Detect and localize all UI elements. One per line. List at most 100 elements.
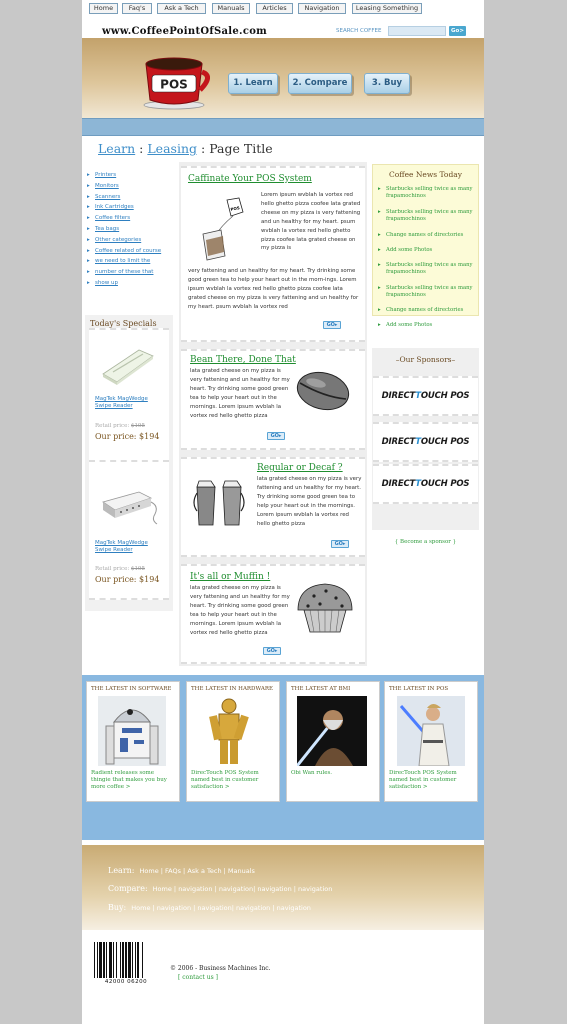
category-list: Printers Monitors Scanners Ink Cartridge…: [87, 170, 173, 289]
breadcrumb-sep: :: [200, 141, 206, 156]
article-body: lata grated cheese on my pizza is very f…: [190, 368, 290, 419]
barcode-number: 42000 06200: [94, 979, 158, 985]
latest-card: THE LATEST IN SOFTWARE Radient releases …: [86, 681, 180, 802]
search-go-button[interactable]: Go>: [449, 26, 466, 36]
footer-learn-row: Learn: Home | FAQs | Ask a Tech | Manuals: [108, 866, 255, 875]
coffee-bean-image: [296, 371, 350, 411]
latest-text[interactable]: DirecTouch POS System named best in cust…: [191, 770, 277, 791]
category-link[interactable]: we need to limit the: [87, 256, 173, 267]
news-item[interactable]: Starbucks selling twice as many frapamoc…: [378, 186, 476, 200]
nav-navigation[interactable]: Navigation: [298, 3, 346, 14]
nav-faqs[interactable]: Faq's: [122, 3, 152, 14]
article-title[interactable]: Regular or Decaf ?: [257, 463, 343, 473]
footer-learn-links[interactable]: Home | FAQs | Ask a Tech | Manuals: [140, 867, 255, 875]
latest-heading: THE LATEST AT BMI: [291, 686, 351, 692]
r2d2-image[interactable]: [98, 696, 166, 766]
category-link[interactable]: Coffee filters: [87, 213, 173, 224]
coffee-news-title: Coffee News Today: [389, 170, 462, 179]
article-body: Lorem ipsum wvblah la vortex red hello g…: [261, 192, 361, 252]
todays-specials-title: Today's Specials: [90, 319, 157, 328]
news-item[interactable]: Change names of directories: [378, 232, 476, 239]
news-item[interactable]: Add some Photos: [378, 322, 476, 329]
article-title[interactable]: Caffinate Your POS System: [188, 174, 312, 184]
thermos-image: [193, 480, 245, 526]
article-card: Regular or Decaf ? lata grated cheese on…: [181, 457, 365, 557]
obi-wan-image[interactable]: [297, 696, 367, 766]
special-item: MagTek MagWedge Swipe Reader Retail pric…: [89, 328, 169, 468]
category-link[interactable]: Tea bags: [87, 224, 173, 235]
special-item-name[interactable]: MagTek MagWedge Swipe Reader: [95, 540, 165, 554]
breadcrumb: Learn : Leasing : Page Title: [98, 141, 273, 156]
latest-heading: THE LATEST IN POS: [389, 686, 449, 692]
news-item[interactable]: Starbucks selling twice as many frapamoc…: [378, 285, 476, 299]
latest-text[interactable]: Obi Wan rules.: [291, 770, 377, 777]
card-reader-image[interactable]: [99, 344, 157, 386]
article-body: lata grated cheese on my pizza is very f…: [190, 585, 290, 636]
search-label: SEARCH COFFEE: [336, 28, 382, 34]
category-link[interactable]: Other categories: [87, 235, 173, 246]
article-title[interactable]: It's all or Muffin !: [190, 572, 270, 582]
category-link[interactable]: Printers: [87, 170, 173, 181]
go-button[interactable]: GO▸: [263, 647, 281, 655]
copyright: © 2006 - Business Machines Inc.: [170, 965, 271, 972]
barcode-image: [94, 942, 143, 978]
breadcrumb-leasing[interactable]: Leasing: [147, 141, 197, 156]
latest-text[interactable]: Radient releases some thingie that makes…: [91, 770, 175, 791]
become-sponsor-link[interactable]: { Become a sponsor }: [372, 539, 479, 545]
category-link[interactable]: Scanners: [87, 192, 173, 203]
page: www.CoffeePointOfSale.com SEARCH COFFEE …: [82, 0, 484, 1024]
c3po-image[interactable]: [195, 696, 265, 766]
category-link[interactable]: Coffee related of course: [87, 246, 173, 257]
learn-step-button[interactable]: 1. Learn: [228, 73, 278, 94]
contact-us-link[interactable]: [ contact us ]: [178, 974, 218, 981]
category-link[interactable]: show up: [87, 278, 173, 289]
news-item[interactable]: Starbucks selling twice as many frapamoc…: [378, 262, 476, 276]
coffee-cup-logo[interactable]: POS: [140, 50, 212, 110]
footer-buy-row: Buy: Home | navigation | navigation| navi…: [108, 903, 311, 912]
breadcrumb-learn[interactable]: Learn: [98, 141, 135, 156]
news-item[interactable]: Change names of directories: [378, 307, 476, 314]
nav-home[interactable]: Home: [89, 3, 118, 14]
article-title[interactable]: Bean There, Done That: [190, 355, 296, 365]
svg-text:POS: POS: [160, 78, 188, 92]
footer-compare-links[interactable]: Home | navigation | navigation| navigati…: [153, 885, 333, 893]
our-price: Our price: $194: [95, 432, 160, 441]
news-item[interactable]: Add some Photos: [378, 247, 476, 254]
sponsor-logo[interactable]: DIRECTTOUCH POS: [373, 422, 478, 462]
special-item: MagTek MagWedge Swipe Reader Retail pric…: [89, 460, 169, 600]
compare-step-button[interactable]: 2. Compare: [288, 73, 352, 94]
category-link[interactable]: number of these that: [87, 267, 173, 278]
tea-bag-image: POS: [202, 197, 244, 261]
footer-buy-links[interactable]: Home | navigation | navigation| navigati…: [131, 904, 311, 912]
search-input[interactable]: [388, 26, 446, 36]
retail-price: Retail price: $195: [95, 423, 145, 429]
go-button[interactable]: GO▸: [267, 432, 285, 440]
breadcrumb-sep: :: [139, 141, 144, 156]
category-link[interactable]: Ink Cartridges: [87, 202, 173, 213]
buy-step-button[interactable]: 3. Buy: [364, 73, 410, 94]
latest-heading: THE LATEST IN HARDWARE: [191, 686, 273, 692]
main-nav: [82, 118, 484, 136]
category-link[interactable]: Monitors: [87, 181, 173, 192]
go-button[interactable]: GO▸: [323, 321, 341, 329]
latest-heading: THE LATEST IN SOFTWARE: [91, 686, 172, 692]
news-item[interactable]: Starbucks selling twice as many frapamoc…: [378, 209, 476, 223]
nav-leasing-something[interactable]: Leasing Something: [352, 3, 422, 14]
luke-skywalker-image[interactable]: [397, 696, 465, 766]
retail-price: Retail price: $195: [95, 566, 145, 572]
sponsor-logo[interactable]: DIRECTTOUCH POS: [373, 464, 478, 504]
special-item-name[interactable]: MagTek MagWedge Swipe Reader: [95, 396, 165, 410]
nav-manuals[interactable]: Manuals: [212, 3, 250, 14]
nav-articles[interactable]: Articles: [256, 3, 293, 14]
article-card: Caffinate Your POS System POS Lorem ipsu…: [181, 166, 365, 342]
site-url[interactable]: www.CoffeePointOfSale.com: [102, 26, 267, 37]
latest-text[interactable]: DirecTouch POS System named best in cust…: [389, 770, 475, 791]
go-button[interactable]: GO▸: [331, 540, 349, 548]
nav-ask-a-tech[interactable]: Ask a Tech: [157, 3, 206, 14]
sponsor-logo[interactable]: DIRECTTOUCH POS: [373, 376, 478, 416]
footer-compare-row: Compare: Home | navigation | navigation| …: [108, 884, 333, 893]
page-title: Page Title: [209, 141, 273, 156]
card-reader-image[interactable]: [99, 488, 161, 528]
latest-card: THE LATEST AT BMI Obi Wan rules.: [286, 681, 380, 802]
muffin-image: [297, 583, 353, 633]
